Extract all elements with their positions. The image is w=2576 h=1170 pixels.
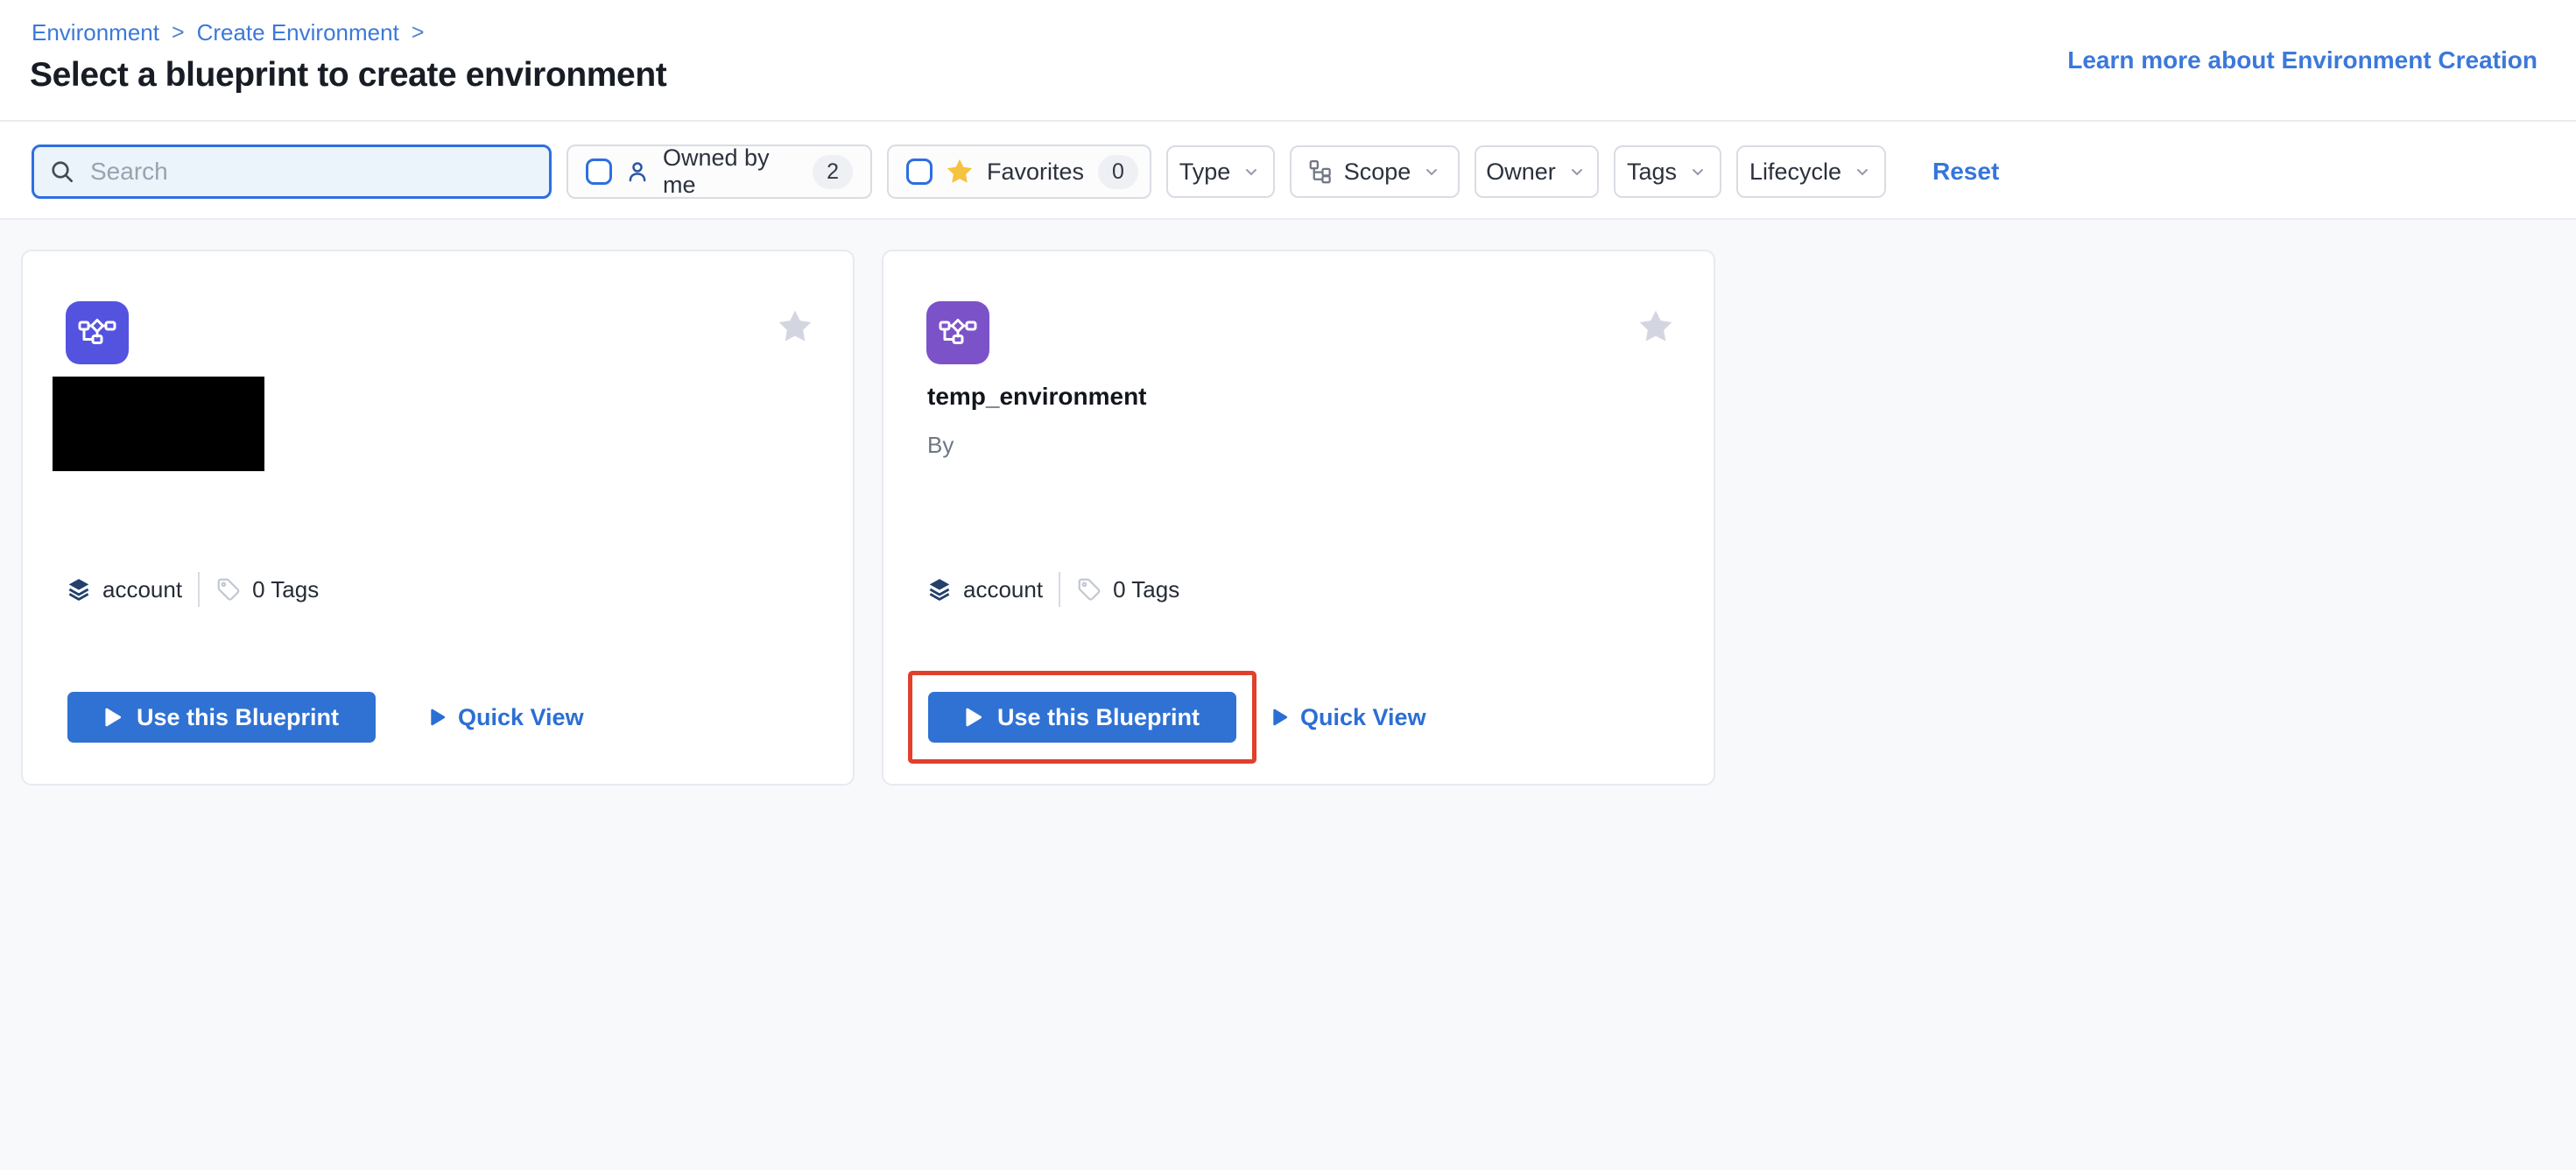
user-icon	[624, 159, 651, 185]
favorites-count: 0	[1098, 155, 1138, 189]
card-meta-row: account 0 Tags	[926, 570, 1179, 609]
tag-icon	[1076, 576, 1102, 603]
owned-by-me-label: Owned by me	[663, 144, 799, 199]
favorite-star-icon[interactable]	[776, 307, 814, 346]
tags-meta: 0 Tags	[215, 576, 319, 603]
search-icon	[48, 158, 76, 186]
scope-meta: account	[66, 576, 182, 603]
type-dropdown[interactable]: Type	[1166, 145, 1275, 198]
use-this-blueprint-button[interactable]: Use this Blueprint	[67, 692, 376, 743]
blueprint-icon	[66, 301, 129, 364]
owned-by-me-filter[interactable]: Owned by me 2	[567, 144, 872, 199]
filter-bar: Owned by me 2 Favorites 0 Type	[32, 144, 1999, 199]
type-dropdown-label: Type	[1179, 159, 1231, 186]
play-icon	[1272, 708, 1288, 727]
scope-meta-label: account	[102, 576, 182, 603]
chevron-down-icon	[1241, 161, 1262, 182]
favorites-checkbox[interactable]	[906, 159, 933, 185]
blueprint-card: temp_environment By account	[882, 250, 1715, 786]
chevron-down-icon	[1421, 161, 1442, 182]
use-this-blueprint-label: Use this Blueprint	[137, 704, 339, 731]
chevron-down-icon	[1852, 161, 1873, 182]
owned-by-me-count: 2	[813, 155, 853, 189]
play-icon	[104, 707, 122, 728]
scope-meta: account	[926, 576, 1043, 603]
blueprint-card-grid: account 0 Tags	[21, 250, 1715, 786]
filter-bar-divider	[0, 218, 2576, 220]
card-meta-row: account 0 Tags	[66, 570, 319, 609]
quick-view-button[interactable]: Quick View	[1272, 704, 1426, 731]
owned-by-me-checkbox[interactable]	[586, 159, 612, 185]
blueprint-selection-page: Environment > Create Environment > Selec…	[0, 0, 2576, 1170]
search-input[interactable]	[88, 157, 535, 187]
scope-dropdown-label: Scope	[1344, 159, 1411, 186]
learn-more-link[interactable]: Learn more about Environment Creation	[2067, 46, 2537, 74]
card-actions: Use this Blueprint Quick View	[67, 692, 584, 743]
blueprint-icon	[926, 301, 989, 364]
reset-filters-button[interactable]: Reset	[1932, 158, 1999, 186]
play-icon	[430, 708, 446, 727]
layers-icon	[66, 576, 92, 603]
quick-view-label: Quick View	[458, 704, 584, 731]
favorite-star-icon[interactable]	[1636, 307, 1675, 346]
breadcrumb-environment[interactable]: Environment	[32, 19, 159, 46]
breadcrumb-create-environment[interactable]: Create Environment	[197, 19, 399, 46]
layers-icon	[926, 576, 953, 603]
tags-meta-label: 0 Tags	[252, 576, 319, 603]
tag-icon	[215, 576, 242, 603]
blueprint-author-label: By	[927, 432, 954, 459]
meta-divider	[1059, 572, 1060, 607]
owner-dropdown-label: Owner	[1486, 159, 1556, 186]
blueprint-card: account 0 Tags	[21, 250, 855, 786]
lifecycle-dropdown[interactable]: Lifecycle	[1736, 145, 1886, 198]
page-title: Select a blueprint to create environment	[30, 56, 666, 95]
owner-dropdown[interactable]: Owner	[1475, 145, 1599, 198]
blueprint-name: temp_environment	[927, 383, 1147, 411]
favorites-filter[interactable]: Favorites 0	[887, 144, 1151, 199]
play-icon	[965, 707, 982, 728]
meta-divider	[198, 572, 200, 607]
search-box[interactable]	[32, 144, 552, 199]
tags-dropdown[interactable]: Tags	[1614, 145, 1721, 198]
quick-view-label: Quick View	[1300, 704, 1426, 731]
favorites-label: Favorites	[987, 159, 1084, 186]
chevron-down-icon	[1566, 161, 1587, 182]
scope-meta-label: account	[963, 576, 1043, 603]
quick-view-button[interactable]: Quick View	[430, 704, 584, 731]
header-divider	[0, 120, 2576, 122]
scope-dropdown[interactable]: Scope	[1290, 145, 1460, 198]
card-actions: Use this Blueprint Quick View	[928, 692, 1426, 743]
hierarchy-icon	[1307, 159, 1334, 185]
tags-meta-label: 0 Tags	[1113, 576, 1179, 603]
use-this-blueprint-label: Use this Blueprint	[997, 704, 1200, 731]
breadcrumb: Environment > Create Environment >	[32, 19, 424, 46]
chevron-down-icon	[1687, 161, 1708, 182]
breadcrumb-separator: >	[172, 20, 185, 46]
tags-dropdown-label: Tags	[1627, 159, 1677, 186]
use-this-blueprint-button[interactable]: Use this Blueprint	[928, 692, 1236, 743]
tags-meta: 0 Tags	[1076, 576, 1179, 603]
breadcrumb-separator: >	[412, 20, 425, 46]
star-icon	[945, 157, 975, 187]
lifecycle-dropdown-label: Lifecycle	[1749, 159, 1841, 186]
redacted-blueprint-name	[53, 377, 264, 471]
